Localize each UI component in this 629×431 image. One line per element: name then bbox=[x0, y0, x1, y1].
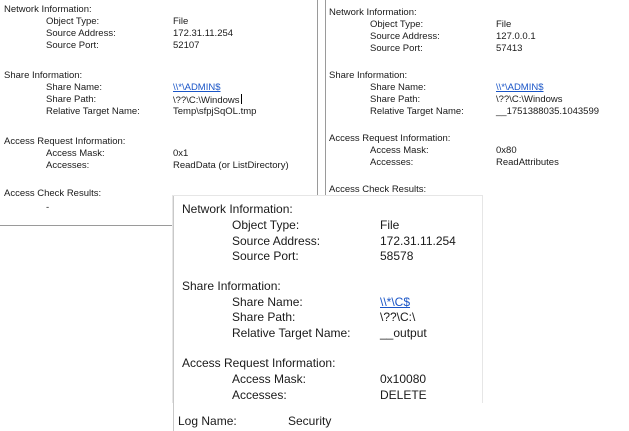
source-port-value[interactable]: 52107 bbox=[173, 40, 199, 51]
object-type-label: Object Type: bbox=[46, 16, 100, 27]
log-name-label: Log Name: bbox=[178, 414, 237, 428]
source-port-label: Source Port: bbox=[232, 249, 299, 263]
share-information-header: Share Information: bbox=[4, 70, 83, 81]
accesses-label: Accesses: bbox=[46, 160, 90, 171]
accesses-value[interactable]: ReadAttributes bbox=[496, 157, 559, 168]
relative-target-label: Relative Target Name: bbox=[370, 106, 464, 117]
source-address-value[interactable]: 127.0.0.1 bbox=[496, 31, 536, 42]
object-type-value[interactable]: File bbox=[380, 218, 399, 233]
accesses-value[interactable]: ReadData (or ListDirectory) bbox=[173, 160, 289, 171]
share-path-value[interactable]: \??\C:\Windows bbox=[173, 94, 242, 106]
share-name-label: Share Name: bbox=[232, 295, 303, 309]
log-name-value[interactable]: Security bbox=[288, 414, 331, 429]
accesses-label: Accesses: bbox=[232, 388, 287, 402]
source-address-label: Source Address: bbox=[232, 234, 321, 248]
access-mask-label: Access Mask: bbox=[46, 148, 105, 159]
object-type-label: Object Type: bbox=[370, 19, 424, 30]
access-request-header: Access Request Information: bbox=[329, 133, 451, 144]
access-request-header: Access Request Information: bbox=[4, 136, 126, 147]
share-name-link[interactable]: \\*\ADMIN$ bbox=[173, 82, 221, 93]
access-mask-value[interactable]: 0x80 bbox=[496, 145, 517, 156]
access-check-header: Access Check Results: bbox=[329, 184, 427, 195]
source-address-value[interactable]: 172.31.11.254 bbox=[173, 28, 233, 39]
access-mask-value[interactable]: 0x10080 bbox=[380, 372, 426, 387]
source-address-value[interactable]: 172.31.11.254 bbox=[380, 234, 456, 249]
source-port-label: Source Port: bbox=[370, 43, 423, 54]
access-check-header: Access Check Results: bbox=[4, 188, 102, 199]
share-name-link[interactable]: \\*\C$ bbox=[380, 295, 410, 310]
text-cursor bbox=[240, 94, 242, 104]
source-port-value[interactable]: 57413 bbox=[496, 43, 522, 54]
object-type-label: Object Type: bbox=[232, 218, 300, 232]
share-name-label: Share Name: bbox=[46, 82, 102, 93]
share-information-header: Share Information: bbox=[182, 279, 281, 293]
share-path-value[interactable]: \??\C:\Windows bbox=[496, 94, 563, 105]
object-type-value[interactable]: File bbox=[173, 16, 188, 27]
share-path-text: \??\C:\Windows bbox=[173, 95, 240, 106]
log-name-panel: Log Name: Security bbox=[173, 402, 482, 431]
relative-target-value[interactable]: __output bbox=[380, 326, 427, 341]
relative-target-value[interactable]: Temp\sfpjSqOL.tmp bbox=[173, 106, 256, 117]
network-information-header: Network Information: bbox=[182, 202, 293, 216]
share-path-label: Share Path: bbox=[232, 310, 296, 324]
relative-target-label: Relative Target Name: bbox=[46, 106, 140, 117]
share-path-label: Share Path: bbox=[46, 94, 97, 105]
source-port-value[interactable]: 58578 bbox=[380, 249, 413, 264]
share-name-label: Share Name: bbox=[370, 82, 426, 93]
event-details-panel-left: Network Information: Object Type: File S… bbox=[0, 0, 318, 226]
share-information-header: Share Information: bbox=[329, 70, 408, 81]
network-information-header: Network Information: bbox=[329, 7, 417, 18]
event-details-panel-center: Network Information: Object Type: File S… bbox=[173, 196, 482, 402]
source-address-label: Source Address: bbox=[46, 28, 116, 39]
relative-target-label: Relative Target Name: bbox=[232, 326, 351, 340]
network-information-header: Network Information: bbox=[4, 4, 92, 15]
access-mask-label: Access Mask: bbox=[232, 372, 307, 386]
accesses-value[interactable]: DELETE bbox=[380, 388, 427, 402]
share-path-label: Share Path: bbox=[370, 94, 421, 105]
access-request-header: Access Request Information: bbox=[182, 356, 336, 370]
source-address-label: Source Address: bbox=[370, 31, 440, 42]
relative-target-value[interactable]: __1751388035.1043599 bbox=[496, 106, 599, 117]
access-mask-value[interactable]: 0x1 bbox=[173, 148, 188, 159]
object-type-value[interactable]: File bbox=[496, 19, 511, 30]
accesses-label: Accesses: bbox=[370, 157, 414, 168]
access-mask-label: Access Mask: bbox=[370, 145, 429, 156]
event-details-panel-right: Network Information: Object Type: File S… bbox=[325, 0, 629, 200]
share-name-link[interactable]: \\*\ADMIN$ bbox=[496, 82, 544, 93]
share-path-value[interactable]: \??\C:\ bbox=[380, 310, 415, 325]
access-check-value[interactable]: - bbox=[46, 202, 49, 213]
source-port-label: Source Port: bbox=[46, 40, 99, 51]
